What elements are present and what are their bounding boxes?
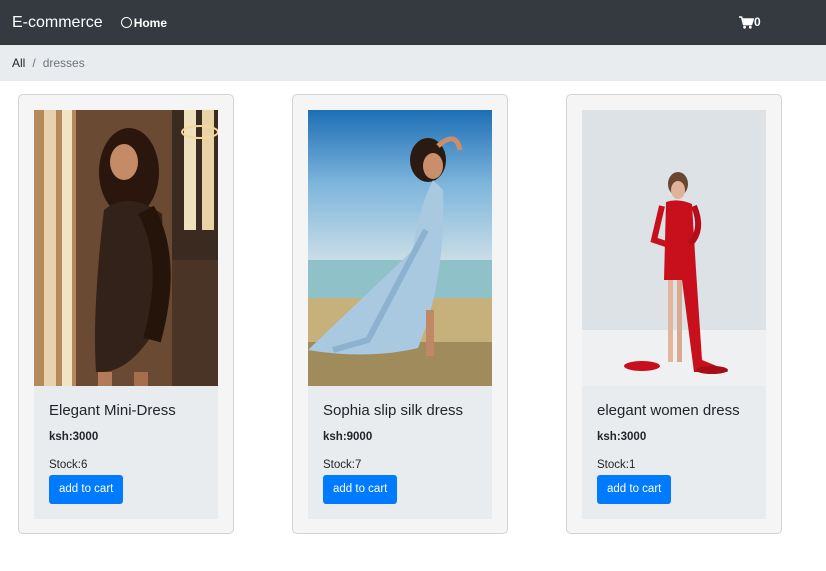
home-link[interactable]: Home bbox=[120, 15, 168, 30]
product-image bbox=[34, 110, 218, 386]
product-image bbox=[582, 110, 766, 386]
product-image bbox=[308, 110, 492, 386]
cart-count: 0 bbox=[754, 15, 761, 29]
add-to-cart-button[interactable]: add to cart bbox=[323, 475, 398, 504]
product-price: ksh:3000 bbox=[597, 431, 647, 443]
add-to-cart-button[interactable]: add to cart bbox=[49, 475, 124, 504]
product-stock: Stock:1 bbox=[597, 459, 636, 471]
cart-link[interactable]: 0 bbox=[739, 15, 761, 29]
product-title: elegant women dress bbox=[597, 402, 740, 419]
product-stock: Stock:6 bbox=[49, 459, 88, 471]
breadcrumb-current: dresses bbox=[42, 56, 85, 70]
product-grid: Elegant Mini-Dress ksh:3000 Stock:6 add … bbox=[0, 81, 826, 571]
breadcrumb-separator: / bbox=[32, 56, 36, 70]
home-icon bbox=[120, 17, 132, 28]
product-card: Sophia slip silk dress ksh:9000 Stock:7 … bbox=[292, 94, 508, 534]
product-title: Sophia slip silk dress bbox=[323, 402, 464, 419]
product-card: Elegant Mini-Dress ksh:3000 Stock:6 add … bbox=[18, 94, 234, 534]
add-to-cart-button[interactable]: add to cart bbox=[597, 475, 672, 504]
home-label: Home bbox=[133, 15, 168, 30]
product-card-body: Elegant Mini-Dress ksh:3000 Stock:6 add … bbox=[34, 386, 218, 519]
product-price: ksh:3000 bbox=[49, 431, 99, 443]
product-card: elegant women dress ksh:3000 Stock:1 add… bbox=[566, 94, 782, 534]
product-price: ksh:9000 bbox=[323, 431, 373, 443]
shopping-cart-icon bbox=[739, 15, 754, 29]
product-stock: Stock:7 bbox=[323, 459, 362, 471]
breadcrumb: All / dresses bbox=[0, 45, 826, 81]
product-title: Elegant Mini-Dress bbox=[49, 402, 176, 419]
breadcrumb-all-link[interactable]: All bbox=[12, 56, 25, 70]
product-card-body: elegant women dress ksh:3000 Stock:1 add… bbox=[582, 386, 766, 519]
product-card-body: Sophia slip silk dress ksh:9000 Stock:7 … bbox=[308, 386, 492, 519]
top-navbar: E-commerce Home 0 bbox=[0, 0, 826, 45]
brand-link[interactable]: E-commerce bbox=[12, 14, 103, 32]
